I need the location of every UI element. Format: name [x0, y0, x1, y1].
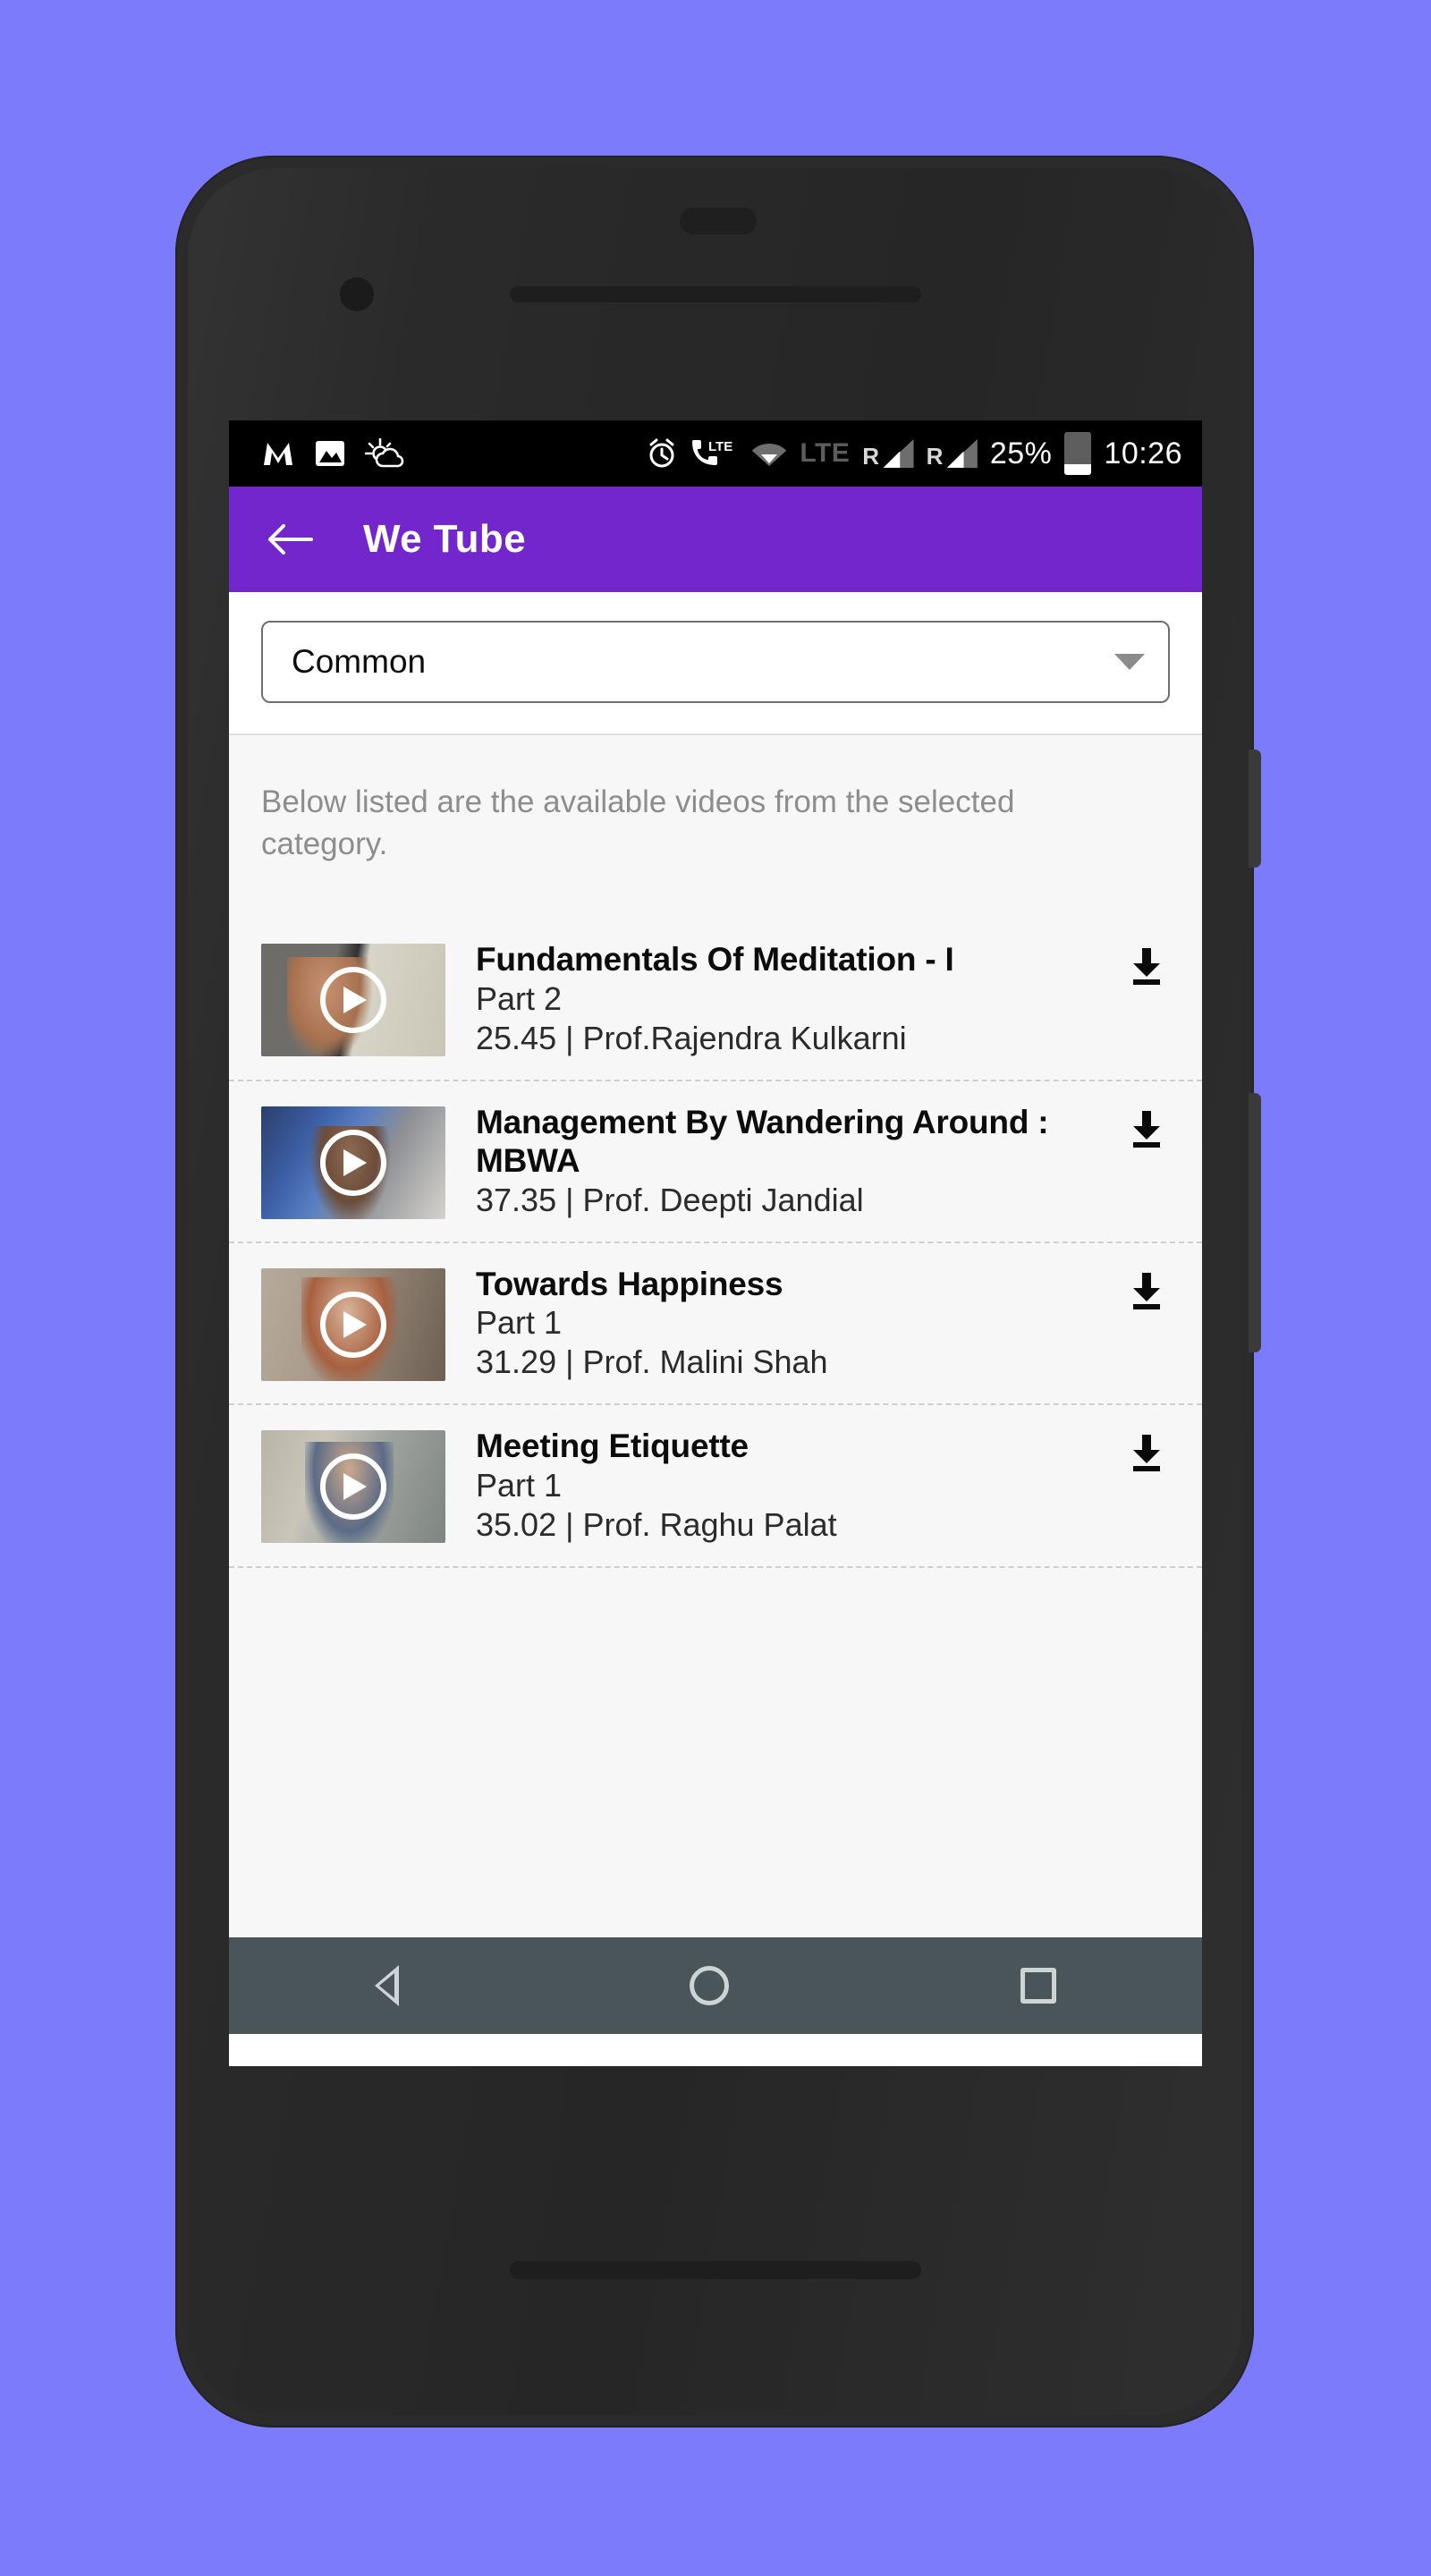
sim1-signal: R: [862, 439, 914, 470]
video-title: Management By Wandering Around : MBWA: [476, 1103, 1049, 1180]
battery-percent-label: 25%: [989, 436, 1053, 470]
signal-bars-icon-2: [946, 439, 978, 468]
roaming-label-1: R: [862, 443, 880, 470]
video-subtitle: 35.02 | Prof. Raghu Palat: [476, 1505, 837, 1543]
video-meta: Meeting Etiquette Part 1 35.02 | Prof. R…: [445, 1425, 1118, 1544]
roaming-label-2: R: [926, 443, 944, 470]
list-hint-text: Below listed are the available videos fr…: [261, 784, 1015, 861]
play-circle-icon: [320, 1453, 386, 1521]
alarm-clock-icon: [646, 437, 678, 470]
video-thumbnail[interactable]: [261, 1267, 445, 1381]
screenshot-stage: LTE LTE R R 25% 10:26 We Tube Common Bel…: [0, 0, 1431, 2576]
video-title: Meeting Etiquette: [476, 1428, 749, 1465]
wifi-icon: [751, 440, 787, 467]
video-subtitle: 31.29 | Prof. Malini Shah: [476, 1343, 828, 1381]
download-button[interactable]: [1118, 1101, 1175, 1149]
video-thumbnail[interactable]: [261, 1106, 445, 1219]
video-part: Part 1: [476, 1466, 563, 1504]
list-item[interactable]: Towards Happiness Part 1 31.29 | Prof. M…: [229, 1243, 1202, 1406]
video-part: Part 2: [476, 979, 563, 1017]
clock-label: 10:26: [1104, 436, 1182, 470]
page-title: We Tube: [363, 517, 527, 561]
app-bar: We Tube: [229, 487, 1202, 592]
call-lte-icon: LTE: [690, 438, 739, 469]
bottom-speaker-grille: [510, 2261, 921, 2279]
video-thumbnail[interactable]: [261, 944, 445, 1057]
play-circle-icon: [320, 1129, 386, 1196]
power-button[interactable]: [1249, 1093, 1261, 1352]
category-spinner-value: Common: [292, 643, 427, 680]
weather-partly-cloudy-icon: [365, 438, 404, 469]
list-item[interactable]: Fundamentals Of Meditation - I Part 2 25…: [229, 919, 1202, 1081]
video-meta: Towards Happiness Part 1 31.29 | Prof. M…: [445, 1263, 1118, 1382]
content-area: Below listed are the available videos fr…: [229, 735, 1202, 1937]
nav-back-triangle-icon[interactable]: [374, 1965, 399, 2006]
video-title: Towards Happiness: [476, 1265, 783, 1302]
phone-screen: LTE LTE R R 25% 10:26 We Tube Common Bel…: [229, 420, 1202, 2066]
gallery-image-icon: [315, 439, 345, 468]
play-circle-icon: [320, 1291, 386, 1358]
nav-home-circle-icon[interactable]: [690, 1966, 730, 2005]
list-item[interactable]: Management By Wandering Around : MBWA 37…: [229, 1081, 1202, 1243]
svg-text:LTE: LTE: [708, 439, 732, 454]
status-bar-system-icons: LTE LTE R R 25% 10:26: [646, 432, 1182, 475]
download-button[interactable]: [1118, 1425, 1175, 1473]
lte-label: LTE: [800, 438, 851, 468]
signal-bars-icon: [883, 439, 914, 468]
sim2-signal: R: [927, 439, 978, 468]
download-icon: [1133, 1272, 1160, 1309]
front-camera: [340, 277, 374, 311]
video-part: Part 1: [476, 1304, 563, 1342]
download-icon: [1133, 948, 1160, 986]
video-subtitle: 37.35 | Prof. Deepti Jandial: [476, 1181, 864, 1218]
video-subtitle: 25.45 | Prof.Rajendra Kulkarni: [476, 1019, 907, 1056]
status-bar-notifications: [261, 438, 404, 469]
nav-recents-square-icon[interactable]: [1020, 1968, 1057, 2004]
video-meta: Management By Wandering Around : MBWA 37…: [445, 1101, 1118, 1220]
chevron-down-icon: [1114, 654, 1145, 670]
earpiece-speaker: [680, 208, 757, 234]
battery-icon: [1064, 432, 1092, 475]
download-button[interactable]: [1118, 1263, 1175, 1311]
android-navigation-bar: [229, 1937, 1202, 2034]
category-spinner-area: Common: [229, 592, 1202, 733]
download-icon: [1133, 1435, 1160, 1472]
video-list: Fundamentals Of Meditation - I Part 2 25…: [229, 865, 1202, 1568]
download-button[interactable]: [1118, 938, 1175, 987]
status-bar: LTE LTE R R 25% 10:26: [229, 420, 1202, 487]
list-item[interactable]: Meeting Etiquette Part 1 35.02 | Prof. R…: [229, 1405, 1202, 1568]
play-circle-icon: [320, 967, 386, 1034]
mail-m-icon: [261, 440, 295, 467]
top-speaker-grille: [510, 286, 921, 302]
video-meta: Fundamentals Of Meditation - I Part 2 25…: [445, 938, 1118, 1057]
download-icon: [1133, 1110, 1160, 1148]
arrow-back-icon[interactable]: [267, 522, 313, 556]
category-spinner[interactable]: Common: [261, 621, 1170, 703]
volume-button[interactable]: [1249, 750, 1261, 868]
video-thumbnail[interactable]: [261, 1430, 445, 1544]
video-title: Fundamentals Of Meditation - I: [476, 941, 954, 979]
